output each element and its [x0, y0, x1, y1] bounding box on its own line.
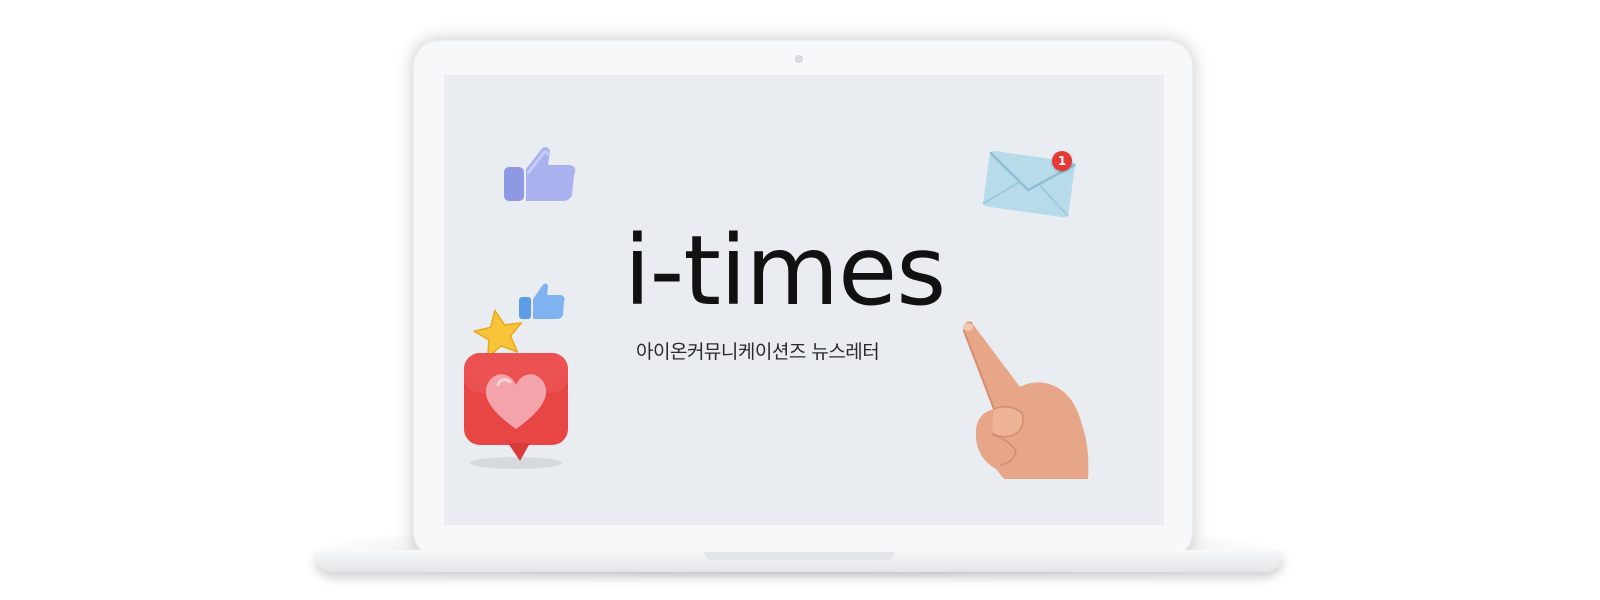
- envelope-icon: [982, 150, 1076, 218]
- webcam-icon: [795, 55, 803, 63]
- newsletter-subtitle: 아이온커뮤니케이션즈 뉴스레터: [636, 341, 880, 363]
- heart-icon: [464, 353, 568, 469]
- pointing-hand-icon: [962, 321, 1089, 479]
- unread-count: 1: [1057, 154, 1067, 168]
- unread-badge: 1: [1052, 151, 1072, 171]
- stage: 1 i-times 아이온커뮤니케이션즈 뉴스레터: [0, 0, 1600, 600]
- laptop-notch: [704, 552, 894, 560]
- brand-title: i-times: [624, 215, 946, 327]
- thumbs-up-icon: [504, 147, 576, 201]
- laptop-screen: 1 i-times 아이온커뮤니케이션즈 뉴스레터: [444, 75, 1164, 525]
